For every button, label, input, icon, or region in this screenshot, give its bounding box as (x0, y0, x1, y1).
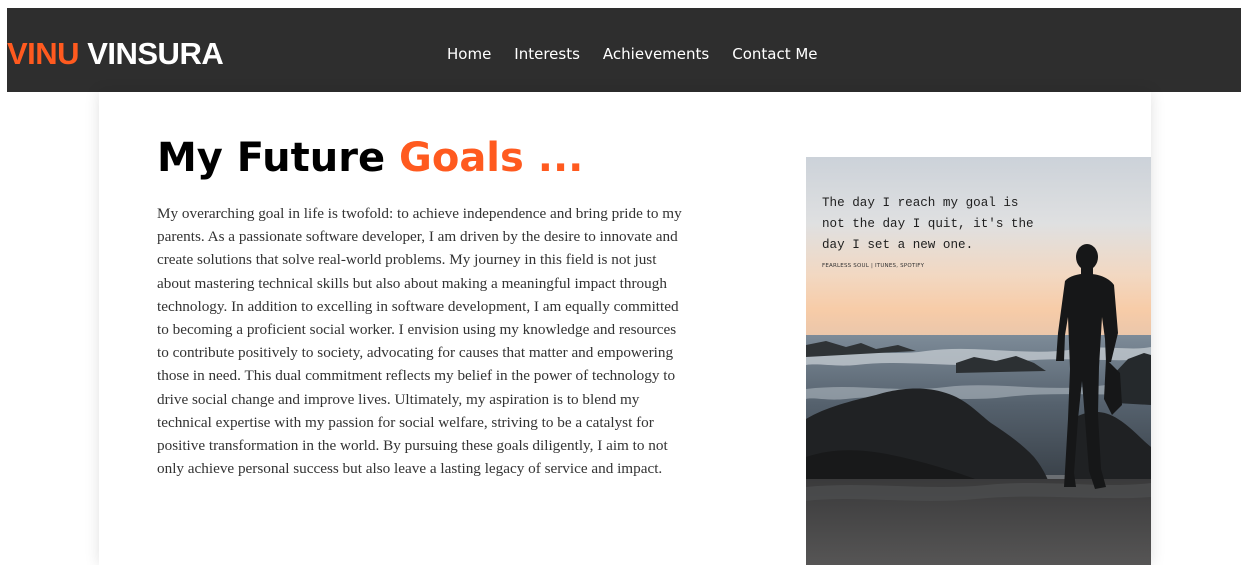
nav-link-achievements[interactable]: Achievements (603, 45, 709, 63)
goal-quote-image: The day I reach my goal is not the day I… (806, 157, 1151, 565)
page: VINU VINSURA Home Interests Achievements… (0, 0, 1241, 565)
nav-menu: Home Interests Achievements Contact Me (447, 44, 818, 64)
poster-quote: The day I reach my goal is not the day I… (822, 196, 1034, 252)
page-title-accent: Goals ... (399, 135, 584, 181)
nav-item-home: Home (447, 44, 491, 64)
site-logo[interactable]: VINU VINSURA (7, 36, 224, 72)
goals-section: My Future Goals ... My overarching goal … (99, 92, 1151, 565)
nav-item-achievements: Achievements (603, 44, 709, 64)
goals-paragraph: My overarching goal in life is twofold: … (157, 205, 682, 478)
page-title-plain: My Future (157, 135, 399, 181)
logo-first-name: VINU (7, 36, 80, 71)
nav-item-interests: Interests (514, 44, 580, 64)
top-strip (0, 0, 1241, 8)
nav-link-home[interactable]: Home (447, 45, 491, 63)
nav-link-contact[interactable]: Contact Me (732, 45, 817, 63)
poster-credit: FEARLESS SOUL | ITUNES, SPOTIFY (822, 263, 925, 269)
navbar: VINU VINSURA Home Interests Achievements… (7, 8, 1241, 92)
page-title: My Future Goals ... (157, 130, 583, 186)
nav-item-contact: Contact Me (732, 44, 817, 64)
logo-last-name: VINSURA (87, 36, 224, 71)
nav-link-interests[interactable]: Interests (514, 45, 580, 63)
